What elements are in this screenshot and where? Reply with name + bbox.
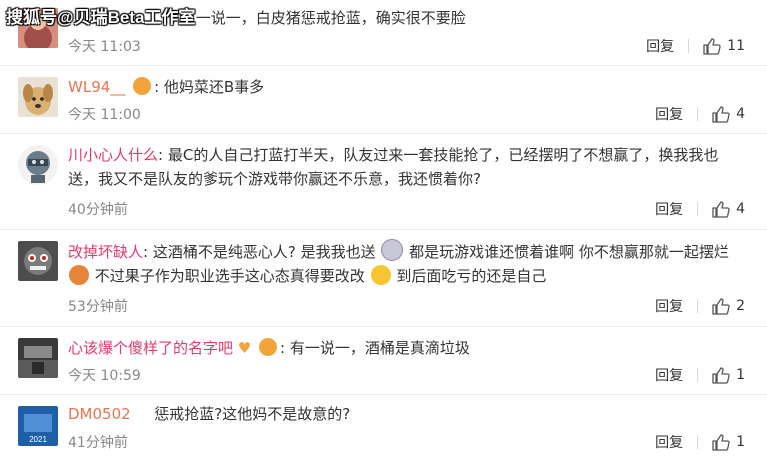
avatar-image <box>18 241 58 281</box>
reply-button[interactable]: 回复 <box>655 199 683 219</box>
comment-content: 川小心人什么: 最C的人自己打蓝打半天，队友过来一套技能抢了，已经摆明了不想赢了… <box>68 146 719 188</box>
comment-content: 改掉坏缺人: 这酒桶不是纯恶心人? 是我我也送 都是玩游戏谁还惯着谁啊 你不想赢… <box>68 239 747 288</box>
thumbs-up-icon <box>712 297 730 315</box>
username[interactable]: 川小心人什么 <box>68 146 158 164</box>
avatar[interactable] <box>18 145 58 185</box>
emoji-icon <box>69 265 89 285</box>
comment-actions: 回复 2 <box>655 296 745 316</box>
comment-item: 2021 DM0502 惩戒抢蓝?这他妈不是故意的? 41分钟前 回复 1 <box>0 394 767 458</box>
like-count: 4 <box>736 106 745 122</box>
like-button[interactable]: 1 <box>712 433 745 451</box>
comment-time: 今天 10:59 <box>68 368 141 384</box>
comment-item: 川小心人什么: 最C的人自己打蓝打半天，队友过来一套技能抢了，已经摆明了不想赢了… <box>0 133 767 230</box>
avatar-image <box>18 77 58 117</box>
username[interactable]: WL94__ <box>68 78 125 96</box>
comment-actions: 回复 4 <box>655 199 745 219</box>
comment-text: 有一说一，酒桶是真滴垃圾 <box>289 339 470 357</box>
like-count: 2 <box>736 298 745 314</box>
comment-content: WL94__ : 他妈菜还B事多 <box>68 77 265 96</box>
watermark: 搜狐号@贝瑞Beta工作室 <box>6 8 196 27</box>
comment-text: 这酒桶不是纯恶心人? 是我我也送 <box>152 243 376 261</box>
comment-text: 有一说一，白皮猪惩戒抢蓝，确实很不要脸 <box>180 9 466 27</box>
reply-button[interactable]: 回复 <box>655 296 683 316</box>
comment-content: DM0502 惩戒抢蓝?这他妈不是故意的? <box>68 402 747 426</box>
avatar[interactable] <box>18 77 58 117</box>
comment-actions: 回复 1 <box>655 365 745 385</box>
thumbs-up-icon <box>712 366 730 384</box>
divider <box>697 299 699 313</box>
like-button[interactable]: 4 <box>712 105 745 123</box>
thumbs-up-icon <box>712 200 730 218</box>
comment-time: 今天 11:00 <box>68 107 141 123</box>
username[interactable]: 改掉坏缺人 <box>68 243 143 261</box>
avatar[interactable] <box>18 241 58 281</box>
like-count: 11 <box>727 38 745 54</box>
username[interactable]: DM0502 <box>68 405 131 423</box>
comment-actions: 回复 4 <box>655 104 745 124</box>
avatar-image <box>18 145 58 185</box>
reply-button[interactable]: 回复 <box>655 365 683 385</box>
emoji-icon <box>370 265 391 285</box>
username[interactable]: 心该爆个傻样了的名字吧 <box>68 339 233 357</box>
comment-item: WL94__ : 他妈菜还B事多 今天 11:00 回复 4 <box>0 65 767 134</box>
like-button[interactable]: 4 <box>712 200 745 218</box>
comment-text: 他妈菜还B事多 <box>163 78 265 96</box>
divider <box>688 39 690 53</box>
comment-actions: 回复 11 <box>646 36 745 56</box>
comment-text: 到后面吃亏的还是自己 <box>396 267 547 285</box>
comment-time: 今天 11:03 <box>68 39 141 55</box>
thumbs-up-icon <box>712 105 730 123</box>
divider <box>697 202 699 216</box>
divider <box>697 107 699 121</box>
comment-text: 最C的人自己打蓝打半天，队友过来一套技能抢了，已经摆明了不想赢了，换我我也送，我… <box>68 146 719 188</box>
comment-text: 惩戒抢蓝?这他妈不是故意的? <box>154 405 351 423</box>
avatar[interactable] <box>18 338 58 378</box>
like-count: 1 <box>736 367 745 383</box>
like-count: 1 <box>736 434 745 450</box>
like-button[interactable]: 11 <box>703 37 745 55</box>
comment-content: 心该爆个傻样了的名字吧 ♥ : 有一说一，酒桶是真滴垃圾 <box>68 338 470 357</box>
vip-badge-icon <box>259 338 278 356</box>
reply-button[interactable]: 回复 <box>655 104 683 124</box>
divider <box>697 435 699 449</box>
reply-button[interactable]: 回复 <box>646 36 674 56</box>
comment-time: 53分钟前 <box>68 299 128 315</box>
heart-icon: ♥ <box>237 339 252 357</box>
emoji-icon <box>381 239 404 261</box>
thumbs-up-icon <box>712 433 730 451</box>
comment-text: 不过果子作为职业选手这心态真得要改改 <box>94 267 365 285</box>
reply-button[interactable]: 回复 <box>655 432 683 452</box>
comment-actions: 回复 1 <box>655 432 745 452</box>
comment-text: 都是玩游戏谁还惯着谁啊 你不想赢那就一起摆烂 <box>409 243 729 261</box>
like-count: 4 <box>736 201 745 217</box>
comment-time: 40分钟前 <box>68 202 128 218</box>
like-button[interactable]: 1 <box>712 366 745 384</box>
comment-item: 改掉坏缺人: 这酒桶不是纯恶心人? 是我我也送 都是玩游戏谁还惯着谁啊 你不想赢… <box>0 229 767 327</box>
avatar-image: 2021 <box>18 406 58 446</box>
avatar-text: 2021 <box>29 435 47 444</box>
like-button[interactable]: 2 <box>712 297 745 315</box>
avatar-image <box>18 338 58 378</box>
thumbs-up-icon <box>703 37 721 55</box>
divider <box>697 368 699 382</box>
vip-badge-icon <box>133 77 152 95</box>
comment-item: 心该爆个傻样了的名字吧 ♥ : 有一说一，酒桶是真滴垃圾 今天 10:59 回复… <box>0 326 767 395</box>
avatar[interactable]: 2021 <box>18 406 58 446</box>
comment-time: 41分钟前 <box>68 435 128 451</box>
